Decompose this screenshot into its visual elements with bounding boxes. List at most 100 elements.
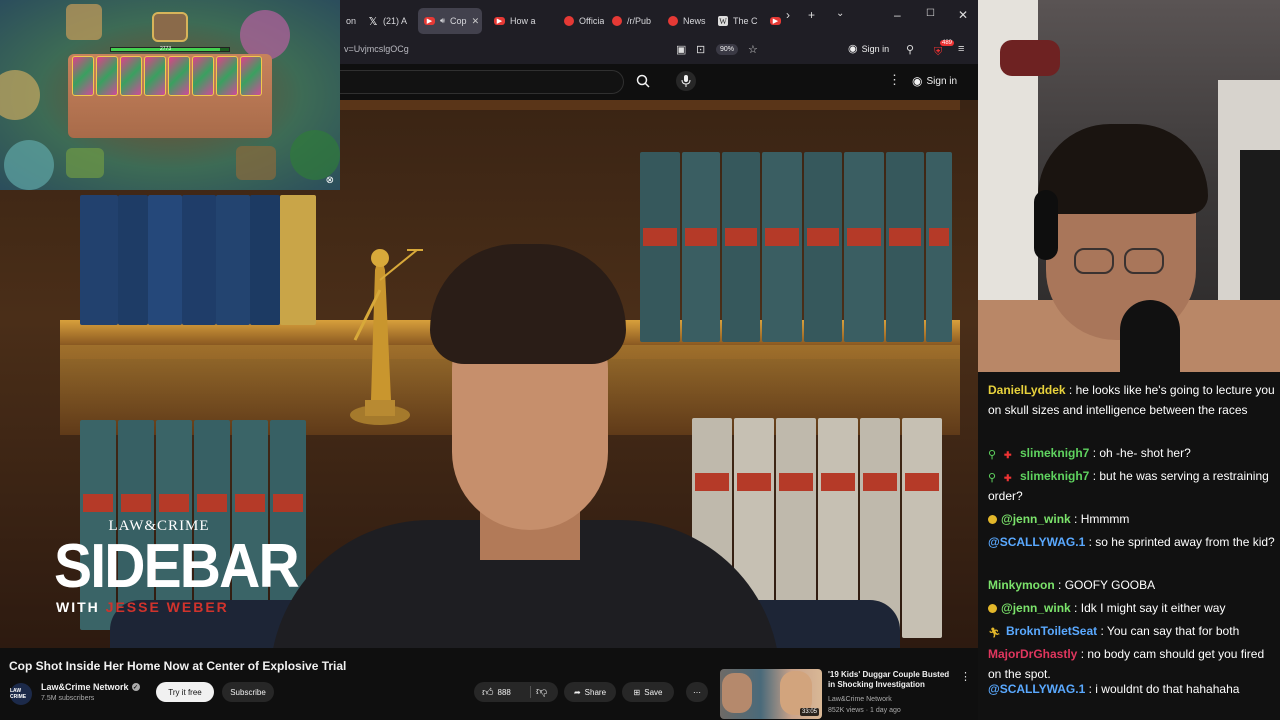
youtube-icon: ▶ xyxy=(770,17,781,25)
extensions-icon[interactable]: ⚲ xyxy=(906,43,914,56)
youtube-sign-in-button[interactable]: ◉ Sign in xyxy=(912,74,957,88)
thumbs-down-icon[interactable]: 👎︎ xyxy=(536,685,547,698)
game-ornament xyxy=(240,10,290,60)
chat-text: Hmmmm xyxy=(1080,512,1130,526)
more-actions-button[interactable]: ⋯ xyxy=(686,682,708,702)
subscriber-count: 7.5M subscribers xyxy=(41,695,95,702)
chat-username[interactable]: @jenn_wink xyxy=(1001,601,1071,615)
url-input[interactable]: v=UvjmcslgOCg xyxy=(344,44,409,54)
more-options-icon[interactable]: ⋮ xyxy=(888,72,901,88)
recommended-video[interactable]: 33:05 '19 Kids' Duggar Couple Busted in … xyxy=(720,669,972,719)
minion-card xyxy=(240,56,262,96)
zoom-level[interactable]: 90% xyxy=(716,44,739,55)
chat-separator: : xyxy=(1077,647,1088,661)
coin-badge-icon xyxy=(988,515,997,524)
host-hair xyxy=(430,244,626,364)
recommended-channel[interactable]: Law&Crime Network xyxy=(828,696,892,703)
chat-text: GOOFY GOOBA xyxy=(1064,578,1156,592)
tab-scroll-right-icon[interactable]: › xyxy=(786,8,790,22)
chat-username[interactable]: slimeknigh7 xyxy=(1020,469,1089,483)
ublock-extension-button[interactable]: ⛨ 489 xyxy=(934,40,954,58)
more-options-icon[interactable]: ⋮ xyxy=(960,670,971,683)
chat-separator: : xyxy=(1070,512,1081,526)
like-button[interactable]: 👍︎ 888 👎︎ xyxy=(474,682,558,702)
tab-overflow-icon[interactable]: ▶ xyxy=(764,8,787,34)
tab-1[interactable]: on xyxy=(340,8,358,34)
minion-card xyxy=(120,56,142,96)
tab-label: News xyxy=(683,16,706,26)
tab-4[interactable]: ▶ How a xyxy=(488,8,554,34)
minion-card xyxy=(168,56,190,96)
minion-card xyxy=(96,56,118,96)
game-ornament xyxy=(66,4,102,40)
save-button[interactable]: ⊞ Save xyxy=(622,682,674,702)
book xyxy=(640,152,680,342)
share-button[interactable]: ➦ Share xyxy=(564,682,616,702)
chat-username[interactable]: MajorDrGhastly xyxy=(988,647,1077,661)
speaker-icon[interactable]: 🔊︎ xyxy=(440,16,445,26)
chat-message: @jenn_wink : Idk I might say it either w… xyxy=(988,598,1278,618)
save-label: Save xyxy=(644,687,663,697)
chat-separator: : xyxy=(1097,624,1107,638)
account-icon: ◉ xyxy=(848,43,858,55)
recommended-title[interactable]: '19 Kids' Duggar Couple Busted in Shocki… xyxy=(828,670,956,690)
chat-username[interactable]: @jenn_wink xyxy=(1001,512,1071,526)
tab-5[interactable]: Officia xyxy=(558,8,604,34)
chat-message: @SCALLYWAG.1 : so he sprinted away from … xyxy=(988,532,1278,552)
chat-separator: : xyxy=(1065,383,1076,397)
subscribe-button[interactable]: Subscribe xyxy=(222,682,274,702)
close-icon[interactable]: ⊗ xyxy=(326,175,334,186)
blocked-count-badge: 489 xyxy=(939,40,954,46)
tab-2[interactable]: 𝕏 (21) A xyxy=(362,8,414,34)
hero-health-value: 2773 xyxy=(160,46,172,52)
channel-avatar[interactable]: LAW CRIME xyxy=(10,683,32,705)
try-free-button[interactable]: Try it free xyxy=(156,682,214,702)
coin-badge-icon xyxy=(988,604,997,613)
chat-username[interactable]: @SCALLYWAG.1 xyxy=(988,535,1085,549)
chat-text: You can say that for both xyxy=(1106,624,1240,638)
book xyxy=(250,195,280,325)
search-icon[interactable] xyxy=(636,74,650,88)
screenshot-icon[interactable]: ⊡ xyxy=(696,43,705,56)
chat-username[interactable]: Minkymoon xyxy=(988,578,1055,592)
tab-7[interactable]: News xyxy=(662,8,708,34)
chat-username[interactable]: @SCALLYWAG.1 xyxy=(988,682,1085,696)
tab-label: The C xyxy=(733,16,758,26)
bookmark-star-icon[interactable]: ☆ xyxy=(748,43,758,56)
reader-view-icon[interactable]: ▣ xyxy=(676,43,686,56)
tab-8[interactable]: W The C xyxy=(712,8,758,34)
book xyxy=(762,152,802,342)
minimize-button[interactable]: – xyxy=(894,8,901,22)
new-tab-button[interactable]: + xyxy=(808,8,815,22)
maximize-button[interactable]: ☐ xyxy=(926,8,935,19)
account-sign-in-button[interactable]: ◉ Sign in xyxy=(848,42,889,55)
tab-list-icon[interactable]: ⌄ xyxy=(836,8,844,19)
book xyxy=(926,152,952,342)
book xyxy=(118,195,148,325)
tab-3[interactable]: ▶ 🔊︎ Cop ✕ xyxy=(418,8,482,34)
wikipedia-icon: W xyxy=(718,16,728,26)
hero-portrait xyxy=(152,12,188,42)
nav-bar: v=UvjmcslgOCg ▣ ⊡ 90% ☆ ◉ Sign in ⚲ ⛨ 48… xyxy=(340,38,978,64)
video-duration: 33:05 xyxy=(799,708,819,716)
person-badge-icon: ⚲ xyxy=(988,449,997,461)
chat-username[interactable]: BroknToiletSeat xyxy=(1006,624,1097,638)
tab-label: Cop xyxy=(450,16,467,26)
voice-search-button[interactable] xyxy=(676,71,696,91)
minion-card xyxy=(216,56,238,96)
book xyxy=(844,152,884,342)
host-name: JESSE WEBER xyxy=(105,599,229,615)
chat-text: oh -he- shot her? xyxy=(1099,446,1191,460)
chat-username[interactable]: slimeknigh7 xyxy=(1020,446,1089,460)
recommended-thumbnail[interactable]: 33:05 xyxy=(720,669,822,719)
chat-username[interactable]: DanielLyddek xyxy=(988,383,1066,397)
channel-name[interactable]: Law&Crime Network ✓ xyxy=(41,682,140,692)
close-window-button[interactable]: ✕ xyxy=(958,8,968,22)
menu-hamburger-icon[interactable]: ≡ xyxy=(958,43,964,55)
search-input[interactable] xyxy=(340,70,624,94)
minion-card xyxy=(72,56,94,96)
chat-separator: : xyxy=(1070,601,1081,615)
tab-label: (21) A xyxy=(383,16,408,26)
close-tab-icon[interactable]: ✕ xyxy=(472,16,480,27)
tab-6[interactable]: /r/Pub xyxy=(606,8,658,34)
